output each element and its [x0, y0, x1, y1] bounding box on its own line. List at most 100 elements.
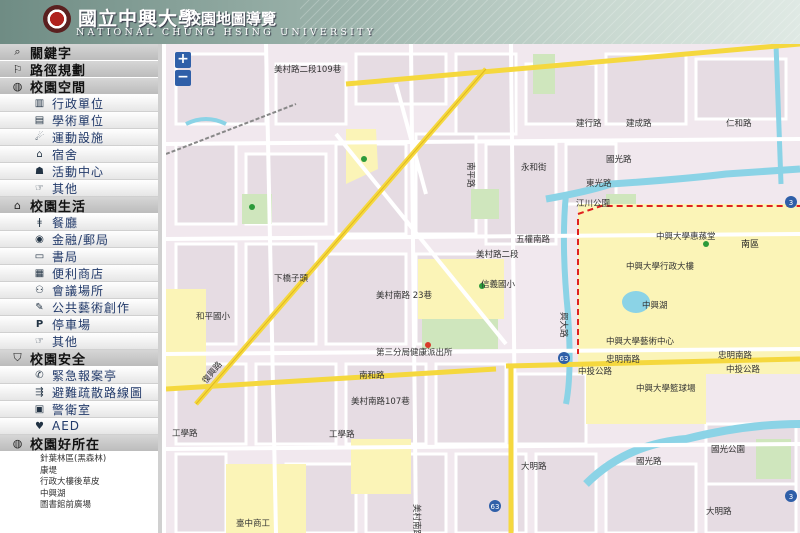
hand-icon: ☞ [35, 335, 44, 347]
university-emblem-icon [43, 5, 71, 33]
place-link[interactable]: 中興湖 [0, 489, 158, 501]
section-campus-safety[interactable]: ⛉ 校園安全 [0, 350, 158, 368]
bank-icon: ◉ [35, 233, 44, 245]
section-route[interactable]: ⚐ 路徑規劃 [0, 61, 158, 79]
svg-text:3: 3 [789, 493, 793, 501]
shield-icon: ⛉ [13, 351, 22, 364]
section-label: 校園好所在 [30, 437, 101, 453]
map-label: 中投公路 [578, 366, 613, 377]
sidebar-item-store[interactable]: ▦ 便利商店 [0, 265, 158, 282]
section-keyword[interactable]: ⌕ 關鍵字 [0, 44, 158, 62]
section-campus-space[interactable]: ◍ 校園空間 [0, 78, 158, 96]
sidebar-item-other-life[interactable]: ☞ 其他 [0, 333, 158, 350]
sidebar-item-other-space[interactable]: ☞ 其他 [0, 180, 158, 197]
sidebar-item-public-art[interactable]: ✎ 公共藝術創作 [0, 299, 158, 316]
map-label: 中興大學惠蓀堂 [656, 231, 716, 242]
poi-marker[interactable] [361, 156, 367, 162]
map-label: 中興湖 [642, 300, 668, 311]
hwy-shield: 63 [558, 352, 570, 364]
hwy-shield: 3 [785, 196, 797, 208]
svg-text:3: 3 [789, 199, 793, 207]
map-label: 美村南路 23巷 [376, 290, 433, 301]
map-label: 仁和路 [726, 118, 752, 129]
sidebar-item-label: 停車場 [52, 317, 92, 332]
place-link[interactable]: 圖書館前廣場 [0, 500, 158, 512]
map-label: 中投公路 [726, 364, 761, 375]
section-label: 校園安全 [30, 352, 87, 368]
sidebar-item-evacuation[interactable]: ⇶ 避難疏散路線圖 [0, 384, 158, 401]
sidebar-item-label: 學術單位 [52, 113, 105, 128]
map-label: 工學路 [329, 429, 355, 440]
map-label: 美村路二段 [476, 249, 519, 260]
section-campus-places[interactable]: ◍ 校園好所在 [0, 435, 158, 453]
section-campus-life[interactable]: ⌂ 校園生活 [0, 197, 158, 215]
map-label: 東光路 [586, 178, 612, 189]
svg-text:63: 63 [491, 503, 500, 511]
hwy-shield: 63 [489, 500, 501, 512]
section-label: 校園生活 [30, 199, 87, 215]
art-icon: ✎ [35, 301, 44, 313]
sidebar-item-dormitory[interactable]: ⌂ 宿舍 [0, 146, 158, 163]
home-icon: ⌂ [14, 198, 21, 212]
map-label: 南區 [741, 238, 759, 250]
sidebar-item-restaurant[interactable]: ǂ 餐廳 [0, 214, 158, 231]
sidebar-item-label: 書局 [52, 249, 79, 264]
sidebar-item-activity[interactable]: ☗ 活動中心 [0, 163, 158, 180]
activity-icon: ☗ [35, 165, 44, 177]
sidebar-item-label: AED [52, 419, 81, 433]
map-label: 南平路 [465, 162, 476, 188]
place-link[interactable]: 康堤 [0, 466, 158, 478]
map-label: 忠明南路 [606, 354, 641, 365]
sidebar-item-label: 其他 [52, 334, 79, 349]
phone-icon: ✆ [35, 369, 44, 381]
sidebar-item-academic[interactable]: ▤ 學術單位 [0, 112, 158, 129]
hwy-shield: 3 [785, 490, 797, 502]
map-label: 大明路 [706, 506, 732, 517]
map-view[interactable]: 63 63 3 3 美村路二段109巷 建行路 建成路 仁和路 南區 中興大學惠… [166, 44, 800, 533]
sidebar: ⌕ 關鍵字 ⚐ 路徑規劃 ◍ 校園空間 ▥ 行政單位 ▤ 學術單位 ☄ 運動設施… [0, 44, 162, 533]
map-label: 第三分局健康派出所 [376, 347, 453, 358]
sidebar-item-emergency[interactable]: ✆ 緊急報案亭 [0, 367, 158, 384]
map-label: 中興大學行政大樓 [626, 261, 695, 272]
section-label: 校園空間 [30, 80, 87, 96]
sidebar-item-bank[interactable]: ◉ 金融/郵局 [0, 231, 158, 248]
running-icon: ☄ [35, 131, 44, 143]
place-link[interactable]: 行政大樓後草皮 [0, 477, 158, 489]
sidebar-item-bookstore[interactable]: ▭ 書局 [0, 248, 158, 265]
sidebar-item-admin[interactable]: ▥ 行政單位 [0, 95, 158, 112]
sidebar-item-parking[interactable]: P 停車場 [0, 316, 158, 333]
sidebar-item-meeting[interactable]: ⚇ 會議場所 [0, 282, 158, 299]
place-link[interactable]: 針葉林區(黑森林) [0, 454, 158, 466]
globe-icon: ◍ [12, 79, 23, 93]
sidebar-item-label: 金融/郵局 [52, 232, 110, 247]
map-label: 大明路 [521, 461, 547, 472]
poi-marker[interactable] [249, 204, 255, 210]
guard-icon: ▣ [34, 403, 45, 415]
sidebar-item-label: 緊急報案亭 [52, 368, 118, 383]
utensils-icon: ǂ [37, 216, 42, 228]
map-label: 美村南路 [411, 504, 422, 533]
sidebar-item-sports[interactable]: ☄ 運動設施 [0, 129, 158, 146]
evacuation-icon: ⇶ [35, 386, 44, 398]
svg-text:63: 63 [560, 355, 569, 363]
university-name-en: NATIONAL CHUNG HSING UNIVERSITY [76, 27, 377, 38]
map-label: 國光公園 [711, 444, 745, 455]
route-icon: ⚐ [12, 62, 23, 76]
sidebar-item-label: 運動設施 [52, 130, 105, 145]
sidebar-item-guard[interactable]: ▣ 警衛室 [0, 401, 158, 418]
building-icon: ▥ [34, 97, 45, 109]
sidebar-item-label: 便利商店 [52, 266, 105, 281]
sidebar-item-label: 餐廳 [52, 215, 79, 230]
aed-icon: ♥ [35, 420, 44, 432]
site-header: 國立中興大學 校園地圖導覽 NATIONAL CHUNG HSING UNIVE… [0, 0, 800, 44]
sidebar-item-label: 會議場所 [52, 283, 105, 298]
zoom-in-button[interactable]: + [175, 52, 191, 68]
map-label: 建行路 [576, 118, 602, 129]
academic-icon: ▤ [34, 114, 45, 126]
hand-icon: ☞ [35, 182, 44, 194]
map-label: 江川公園 [576, 199, 610, 209]
zoom-out-button[interactable]: − [175, 70, 191, 86]
map-canvas[interactable]: 63 63 3 3 美村路二段109巷 建行路 建成路 仁和路 南區 中興大學惠… [166, 44, 800, 533]
sidebar-item-label: 警衛室 [52, 402, 92, 417]
sidebar-item-aed[interactable]: ♥ AED [0, 418, 158, 435]
